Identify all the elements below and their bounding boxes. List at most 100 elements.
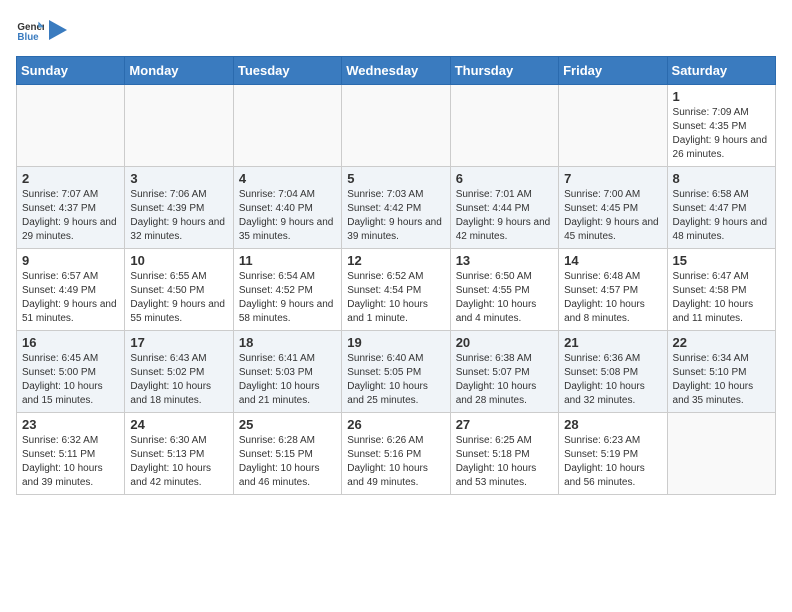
calendar-cell: 17 Sunrise: 6:43 AM Sunset: 5:02 PM Dayli… (125, 331, 233, 413)
logo-icon: General Blue (16, 16, 44, 44)
calendar-cell: 7 Sunrise: 7:00 AM Sunset: 4:45 PM Daylig… (559, 167, 667, 249)
day-number: 10 (130, 253, 227, 268)
calendar-cell: 2 Sunrise: 7:07 AM Sunset: 4:37 PM Daylig… (17, 167, 125, 249)
calendar-cell: 1 Sunrise: 7:09 AM Sunset: 4:35 PM Daylig… (667, 85, 775, 167)
calendar-cell: 4 Sunrise: 7:04 AM Sunset: 4:40 PM Daylig… (233, 167, 341, 249)
calendar-table: SundayMondayTuesdayWednesdayThursdayFrid… (16, 56, 776, 495)
day-info: Sunrise: 6:48 AM Sunset: 4:57 PM Dayligh… (564, 270, 661, 326)
calendar-cell: 25 Sunrise: 6:28 AM Sunset: 5:15 PM Dayli… (233, 413, 341, 495)
calendar-cell: 21 Sunrise: 6:36 AM Sunset: 5:08 PM Dayli… (559, 331, 667, 413)
calendar-cell: 22Sunrise: 6:34 AM Sunset: 5:10 PM Dayli… (667, 331, 775, 413)
calendar-cell (559, 85, 667, 167)
calendar-cell: 5 Sunrise: 7:03 AM Sunset: 4:42 PM Daylig… (342, 167, 450, 249)
day-info: Sunrise: 7:03 AM Sunset: 4:42 PM Dayligh… (347, 188, 444, 244)
day-info: Sunrise: 6:54 AM Sunset: 4:52 PM Dayligh… (239, 270, 336, 326)
day-number: 24 (130, 417, 227, 432)
day-info: Sunrise: 6:25 AM Sunset: 5:18 PM Dayligh… (456, 434, 553, 490)
day-of-week-header: Wednesday (342, 57, 450, 85)
day-info: Sunrise: 6:50 AM Sunset: 4:55 PM Dayligh… (456, 270, 553, 326)
day-info: Sunrise: 7:09 AM Sunset: 4:35 PM Dayligh… (673, 106, 770, 162)
day-info: Sunrise: 6:36 AM Sunset: 5:08 PM Dayligh… (564, 352, 661, 408)
day-of-week-header: Tuesday (233, 57, 341, 85)
day-number: 3 (130, 171, 227, 186)
day-info: Sunrise: 6:26 AM Sunset: 5:16 PM Dayligh… (347, 434, 444, 490)
calendar-cell: 16 Sunrise: 6:45 AM Sunset: 5:00 PM Dayli… (17, 331, 125, 413)
calendar-cell: 15 Sunrise: 6:47 AM Sunset: 4:58 PM Dayli… (667, 249, 775, 331)
day-info: Sunrise: 6:30 AM Sunset: 5:13 PM Dayligh… (130, 434, 227, 490)
page-header: General Blue (16, 16, 776, 44)
day-info: Sunrise: 6:38 AM Sunset: 5:07 PM Dayligh… (456, 352, 553, 408)
calendar-cell: 9 Sunrise: 6:57 AM Sunset: 4:49 PM Daylig… (17, 249, 125, 331)
day-info: Sunrise: 6:58 AM Sunset: 4:47 PM Dayligh… (673, 188, 770, 244)
day-of-week-header: Monday (125, 57, 233, 85)
calendar-cell: 3 Sunrise: 7:06 AM Sunset: 4:39 PM Daylig… (125, 167, 233, 249)
calendar-cell (667, 413, 775, 495)
logo: General Blue (16, 16, 68, 44)
day-number: 19 (347, 335, 444, 350)
calendar-cell: 23 Sunrise: 6:32 AM Sunset: 5:11 PM Dayli… (17, 413, 125, 495)
day-number: 6 (456, 171, 553, 186)
day-number: 7 (564, 171, 661, 186)
day-info: Sunrise: 6:45 AM Sunset: 5:00 PM Dayligh… (22, 352, 119, 408)
calendar-cell: 28Sunrise: 6:23 AM Sunset: 5:19 PM Dayli… (559, 413, 667, 495)
calendar-header-row: SundayMondayTuesdayWednesdayThursdayFrid… (17, 57, 776, 85)
calendar-cell: 20 Sunrise: 6:38 AM Sunset: 5:07 PM Dayli… (450, 331, 558, 413)
day-number: 23 (22, 417, 119, 432)
day-number: 5 (347, 171, 444, 186)
day-number: 2 (22, 171, 119, 186)
calendar-cell (450, 85, 558, 167)
day-number: 17 (130, 335, 227, 350)
day-of-week-header: Thursday (450, 57, 558, 85)
day-number: 18 (239, 335, 336, 350)
calendar-cell (233, 85, 341, 167)
day-info: Sunrise: 6:55 AM Sunset: 4:50 PM Dayligh… (130, 270, 227, 326)
day-number: 12 (347, 253, 444, 268)
svg-text:Blue: Blue (17, 32, 39, 43)
calendar-cell: 19 Sunrise: 6:40 AM Sunset: 5:05 PM Dayli… (342, 331, 450, 413)
calendar-cell: 12 Sunrise: 6:52 AM Sunset: 4:54 PM Dayli… (342, 249, 450, 331)
calendar-cell (125, 85, 233, 167)
calendar-cell: 24 Sunrise: 6:30 AM Sunset: 5:13 PM Dayli… (125, 413, 233, 495)
calendar-cell: 11 Sunrise: 6:54 AM Sunset: 4:52 PM Dayli… (233, 249, 341, 331)
logo-triangle-icon (49, 20, 67, 40)
day-info: Sunrise: 7:04 AM Sunset: 4:40 PM Dayligh… (239, 188, 336, 244)
day-number: 22 (673, 335, 770, 350)
day-number: 11 (239, 253, 336, 268)
day-info: Sunrise: 6:52 AM Sunset: 4:54 PM Dayligh… (347, 270, 444, 326)
day-info: Sunrise: 6:40 AM Sunset: 5:05 PM Dayligh… (347, 352, 444, 408)
day-info: Sunrise: 6:28 AM Sunset: 5:15 PM Dayligh… (239, 434, 336, 490)
day-of-week-header: Sunday (17, 57, 125, 85)
calendar-cell: 10 Sunrise: 6:55 AM Sunset: 4:50 PM Dayli… (125, 249, 233, 331)
calendar-cell: 8 Sunrise: 6:58 AM Sunset: 4:47 PM Daylig… (667, 167, 775, 249)
day-info: Sunrise: 6:57 AM Sunset: 4:49 PM Dayligh… (22, 270, 119, 326)
day-number: 1 (673, 89, 770, 104)
calendar-cell: 26 Sunrise: 6:26 AM Sunset: 5:16 PM Dayli… (342, 413, 450, 495)
day-of-week-header: Saturday (667, 57, 775, 85)
day-number: 8 (673, 171, 770, 186)
calendar-cell (17, 85, 125, 167)
day-number: 25 (239, 417, 336, 432)
day-info: Sunrise: 6:41 AM Sunset: 5:03 PM Dayligh… (239, 352, 336, 408)
day-number: 14 (564, 253, 661, 268)
day-number: 15 (673, 253, 770, 268)
day-info: Sunrise: 7:07 AM Sunset: 4:37 PM Dayligh… (22, 188, 119, 244)
calendar-cell: 27 Sunrise: 6:25 AM Sunset: 5:18 PM Dayli… (450, 413, 558, 495)
day-number: 26 (347, 417, 444, 432)
day-number: 16 (22, 335, 119, 350)
day-number: 21 (564, 335, 661, 350)
day-number: 9 (22, 253, 119, 268)
day-info: Sunrise: 7:06 AM Sunset: 4:39 PM Dayligh… (130, 188, 227, 244)
day-info: Sunrise: 7:00 AM Sunset: 4:45 PM Dayligh… (564, 188, 661, 244)
day-number: 20 (456, 335, 553, 350)
calendar-cell: 18 Sunrise: 6:41 AM Sunset: 5:03 PM Dayli… (233, 331, 341, 413)
day-number: 4 (239, 171, 336, 186)
day-number: 27 (456, 417, 553, 432)
day-info: Sunrise: 6:23 AM Sunset: 5:19 PM Dayligh… (564, 434, 661, 490)
calendar-cell: 6 Sunrise: 7:01 AM Sunset: 4:44 PM Daylig… (450, 167, 558, 249)
day-info: Sunrise: 6:43 AM Sunset: 5:02 PM Dayligh… (130, 352, 227, 408)
day-info: Sunrise: 6:47 AM Sunset: 4:58 PM Dayligh… (673, 270, 770, 326)
calendar-cell: 13Sunrise: 6:50 AM Sunset: 4:55 PM Dayli… (450, 249, 558, 331)
day-info: Sunrise: 7:01 AM Sunset: 4:44 PM Dayligh… (456, 188, 553, 244)
day-info: Sunrise: 6:32 AM Sunset: 5:11 PM Dayligh… (22, 434, 119, 490)
calendar-cell: 14 Sunrise: 6:48 AM Sunset: 4:57 PM Dayli… (559, 249, 667, 331)
